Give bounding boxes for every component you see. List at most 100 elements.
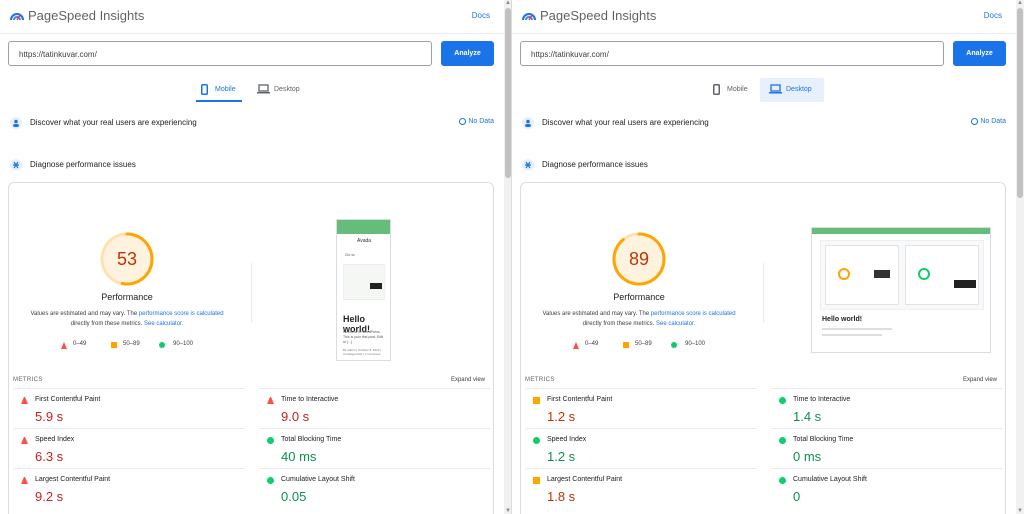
metric-value: 9.0 s xyxy=(281,409,310,424)
users-icon xyxy=(10,117,22,129)
legend-average-label: 50–89 xyxy=(635,341,652,347)
metric-lcp: Largest Contentful Paint 9.2 s xyxy=(13,468,245,508)
diagnose-text: Diagnose performance issues xyxy=(542,160,648,169)
scroll-down-icon[interactable]: ▼ xyxy=(1017,508,1023,514)
metrics-title: METRICS xyxy=(13,377,43,383)
real-users-row[interactable]: Discover what your real users are experi… xyxy=(0,114,504,134)
legend-pass-label: 90–100 xyxy=(173,341,194,347)
average-icon xyxy=(533,477,540,484)
metric-value: 1.2 s xyxy=(547,449,576,464)
preview-panel xyxy=(905,245,979,305)
metric-tbt: Total Blocking Time 40 ms xyxy=(259,428,491,468)
score-label: Performance xyxy=(613,292,665,302)
docs-link[interactable]: Docs xyxy=(984,11,1002,20)
fail-icon xyxy=(61,342,67,349)
tab-mobile[interactable]: Mobile xyxy=(708,78,754,102)
fail-icon xyxy=(21,437,28,444)
metric-value: 0 ms xyxy=(793,449,822,464)
tab-desktop[interactable]: Desktop xyxy=(760,78,824,102)
metric-name: First Contentful Paint xyxy=(35,396,101,403)
real-users-text: Discover what your real users are experi… xyxy=(542,118,709,127)
right-pane: PageSpeed Insights Docs https://tatinkuv… xyxy=(512,0,1016,514)
diagnose-row: Diagnose performance issues xyxy=(512,156,1016,176)
tab-desktop[interactable]: Desktop xyxy=(252,78,310,102)
tab-mobile-label: Mobile xyxy=(727,86,748,93)
header: PageSpeed Insights Docs xyxy=(512,0,1016,34)
users-icon xyxy=(522,117,534,129)
average-icon xyxy=(533,397,540,404)
app-title: PageSpeed Insights xyxy=(540,8,657,23)
metric-name: Cumulative Layout Shift xyxy=(281,476,355,483)
diagnose-row: Diagnose performance issues xyxy=(0,156,504,176)
desc-text-2: directly from these metrics. xyxy=(70,321,143,327)
score-calc-link[interactable]: performance score is calculated xyxy=(651,311,736,317)
metric-cls: Cumulative Layout Shift 0 xyxy=(771,468,1003,508)
metric-value: 5.9 s xyxy=(35,409,64,424)
preview-block xyxy=(954,280,976,288)
metric-tti: Time to Interactive 9.0 s xyxy=(259,388,491,428)
tab-mobile[interactable]: Mobile xyxy=(196,78,242,102)
metric-value: 9.2 s xyxy=(35,489,64,504)
right-scrollbar[interactable]: ▲ ▼ xyxy=(1016,0,1024,514)
score-calc-link[interactable]: performance score is calculated xyxy=(139,311,224,317)
scrollbar-thumb[interactable] xyxy=(1017,8,1023,198)
metric-tbt: Total Blocking Time 0 ms xyxy=(771,428,1003,468)
preview-hello: Hello world! xyxy=(822,316,863,323)
desc-text: Values are estimated and may vary. The xyxy=(30,311,138,317)
score-description: Values are estimated and may vary. The p… xyxy=(529,309,749,329)
pagespeed-logo-icon xyxy=(10,13,24,21)
metric-cls: Cumulative Layout Shift 0.05 xyxy=(259,468,491,508)
pass-icon xyxy=(779,477,786,484)
desktop-screenshot: Hello world! xyxy=(811,227,991,353)
metric-name: Total Blocking Time xyxy=(793,436,854,443)
metrics-title: METRICS xyxy=(525,377,555,383)
docs-link[interactable]: Docs xyxy=(472,11,490,20)
metric-si: Speed Index 6.3 s xyxy=(13,428,245,468)
pass-icon xyxy=(267,477,274,484)
metric-value: 1.2 s xyxy=(547,409,576,424)
preview-topbar xyxy=(812,228,990,234)
preview-block xyxy=(874,270,890,278)
divider xyxy=(251,263,252,323)
average-icon xyxy=(111,342,117,348)
preview-site-name: Avada xyxy=(357,238,372,244)
metrics-column-2: Time to Interactive 9.0 s Total Blocking … xyxy=(259,388,491,508)
url-input[interactable]: https://tatinkuvar.com/ xyxy=(520,41,944,66)
metric-name: Largest Contentful Paint xyxy=(35,476,111,483)
expand-view-link[interactable]: Expand view xyxy=(451,377,485,383)
metric-name: Speed Index xyxy=(547,436,587,443)
legend-fail-label: 0–49 xyxy=(73,341,87,347)
see-calculator-link[interactable]: See calculator. xyxy=(144,321,183,327)
metric-name: Cumulative Layout Shift xyxy=(793,476,867,483)
desc-text: Values are estimated and may vary. The xyxy=(542,311,650,317)
analyze-button[interactable]: Analyze xyxy=(953,41,1006,66)
metric-name: First Contentful Paint xyxy=(547,396,613,403)
fail-icon xyxy=(573,342,579,349)
analyze-button[interactable]: Analyze xyxy=(441,41,494,66)
legend-pass-label: 90–100 xyxy=(685,341,706,347)
no-data-label: No Data xyxy=(980,118,1006,125)
real-users-row[interactable]: Discover what your real users are experi… xyxy=(512,114,1016,134)
no-data-label: No Data xyxy=(468,118,494,125)
metric-lcp: Largest Contentful Paint 1.8 s xyxy=(525,468,757,508)
lab-icon xyxy=(522,159,534,171)
see-calculator-link[interactable]: See calculator. xyxy=(656,321,695,327)
preview-topbar xyxy=(337,220,390,234)
preview-body: Welcome to WordPress. This is your first… xyxy=(343,330,384,344)
info-icon xyxy=(971,118,978,125)
url-input[interactable]: https://tatinkuvar.com/ xyxy=(8,41,432,66)
metric-name: Largest Contentful Paint xyxy=(547,476,623,483)
metric-tti: Time to Interactive 1.4 s xyxy=(771,388,1003,428)
pass-icon xyxy=(533,437,540,444)
pagespeed-logo-icon xyxy=(522,13,536,21)
preview-block xyxy=(370,283,382,289)
info-icon xyxy=(459,118,466,125)
metric-fcp: First Contentful Paint 1.2 s xyxy=(525,388,757,428)
metric-name: Speed Index xyxy=(35,436,75,443)
phone-icon xyxy=(201,84,208,95)
preview-gauge xyxy=(838,268,850,280)
mobile-screenshot: Avada Go to Hello world! Welcome to Word… xyxy=(336,219,391,361)
pass-icon xyxy=(779,397,786,404)
expand-view-link[interactable]: Expand view xyxy=(963,377,997,383)
scroll-up-icon[interactable]: ▲ xyxy=(1017,0,1023,6)
